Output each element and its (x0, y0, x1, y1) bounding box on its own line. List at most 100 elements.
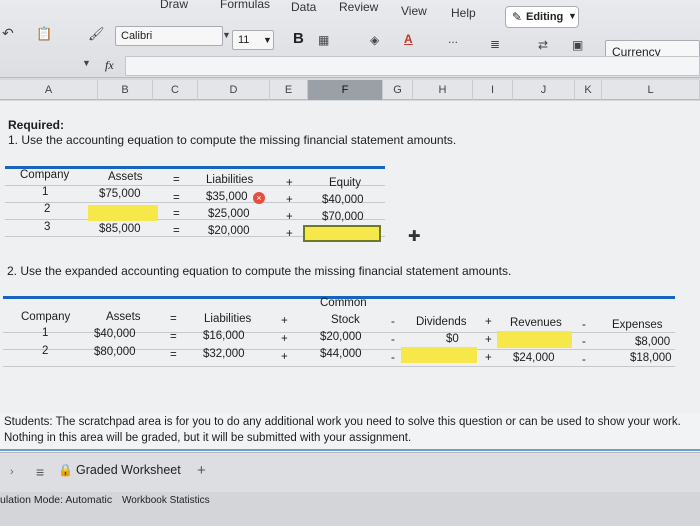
column-header-f[interactable]: F (308, 80, 383, 100)
t2-r2-plus2: + (485, 352, 492, 364)
menu-formulas[interactable]: Formulas (220, 0, 270, 11)
t2-r2-minus: - (391, 352, 395, 364)
fill-color-icon[interactable]: ◈ (370, 33, 379, 47)
column-header-c[interactable]: C (153, 80, 198, 100)
t2-r1-plus: + (281, 333, 288, 345)
t2-r2-plus: + (281, 351, 288, 363)
menu-draw[interactable]: Draw (160, 0, 188, 11)
t2-r2-expenses[interactable]: $18,000 (630, 352, 672, 364)
scratchpad-note-2: Nothing in this area will be graded, but… (4, 432, 412, 444)
t2-header-minus2: - (582, 319, 586, 331)
more-options-button[interactable]: ... (448, 32, 458, 46)
t1-r3-equity-input[interactable] (303, 225, 381, 242)
t2-r2-revenues[interactable]: $24,000 (513, 352, 555, 364)
column-header-g[interactable]: G (383, 80, 413, 100)
error-icon[interactable]: × (253, 192, 265, 204)
t1-r3-assets[interactable]: $85,000 (99, 223, 141, 235)
t2-r1-minus: - (391, 334, 395, 346)
add-sheet-button[interactable]: + (197, 462, 206, 479)
t2-r1-company: 1 (42, 327, 49, 339)
font-color-icon[interactable]: A (404, 32, 413, 46)
t2-r1-expenses[interactable]: $8,000 (635, 336, 670, 348)
t2-r2-liabilities[interactable]: $32,000 (203, 348, 245, 360)
t2-r1-revenues-input[interactable] (497, 331, 572, 348)
column-header-e[interactable]: E (270, 80, 308, 100)
ribbon: Draw Formulas Data Review View Help ✎ Ed… (0, 0, 700, 78)
scroll-left-icon[interactable]: › (10, 466, 14, 478)
scratchpad-note-1: Students: The scratchpad area is for you… (4, 416, 681, 428)
column-header-i[interactable]: I (473, 80, 513, 100)
column-header-b[interactable]: B (98, 80, 153, 100)
t2-r1-liabilities[interactable]: $16,000 (203, 330, 245, 342)
chevron-down-icon[interactable]: ▼ (82, 58, 91, 68)
t1-r1-equals: = (173, 192, 180, 204)
chevron-down-icon[interactable]: ▼ (222, 30, 231, 40)
t1-header-equity: Equity (329, 177, 361, 189)
menu-view[interactable]: View (401, 4, 427, 18)
t1-r2-company: 2 (44, 203, 51, 215)
borders-icon[interactable]: ▦ (318, 33, 329, 47)
tab-graded-worksheet[interactable]: 🔒 Graded Worksheet (58, 463, 181, 477)
workbook-statistics[interactable]: Workbook Statistics (122, 495, 210, 506)
format-painter-icon[interactable]: 🖌 (88, 26, 105, 42)
t2-r2-company: 2 (42, 345, 49, 357)
t2-header-dividends: Dividends (416, 316, 467, 328)
editing-label: Editing (526, 11, 564, 23)
t2-header-expenses: Expenses (612, 319, 663, 331)
undo-icon[interactable]: ↶ (2, 25, 14, 42)
t2-r2-dividends-input[interactable] (401, 347, 477, 363)
t1-header-company: Company (20, 169, 70, 181)
menu-review[interactable]: Review (339, 0, 378, 14)
font-size-value: 11 (238, 34, 250, 46)
t2-r1-assets[interactable]: $40,000 (94, 328, 136, 340)
t1-r1-company: 1 (42, 186, 49, 198)
t1-r2-assets-input[interactable] (88, 205, 158, 221)
t2-r1-plus2: + (485, 334, 492, 346)
t2-r2-common-stock[interactable]: $44,000 (320, 348, 362, 360)
clipboard-icon[interactable]: 📋 (36, 26, 52, 42)
formula-icon: fx (105, 58, 114, 72)
t1-header-assets: Assets (108, 171, 143, 183)
wrap-text-icon[interactable]: ⇄ (538, 38, 548, 52)
all-sheets-icon[interactable]: ≡ (36, 464, 44, 480)
menu-help[interactable]: Help (451, 6, 476, 20)
t1-header-plus: + (286, 177, 293, 189)
scratchpad-border (0, 449, 700, 451)
t1-header-liabilities: Liabilities (206, 174, 254, 186)
t1-header-equals: = (173, 174, 180, 186)
t1-r2-equity[interactable]: $70,000 (322, 211, 364, 223)
t1-r1-equity[interactable]: $40,000 (322, 194, 364, 206)
t2-header-assets: Assets (106, 311, 141, 323)
column-header-d[interactable]: D (198, 80, 270, 100)
t1-r2-liabilities[interactable]: $25,000 (208, 208, 250, 220)
merge-icon[interactable]: ▣ (572, 38, 583, 52)
question-2-text: 2. Use the expanded accounting equation … (7, 264, 512, 278)
lock-icon: 🔒 (58, 463, 73, 477)
t1-r1-assets[interactable]: $75,000 (99, 188, 141, 200)
t2-header-common: Common (320, 297, 367, 309)
column-header-h[interactable]: H (413, 80, 473, 100)
t1-r1-liabilities[interactable]: $35,000 (206, 191, 248, 203)
font-name-select[interactable]: Calibri (115, 26, 223, 46)
t2-r1-dividends[interactable]: $0 (446, 333, 459, 345)
t2-r1-common-stock[interactable]: $20,000 (320, 331, 362, 343)
column-header-k[interactable]: K (575, 80, 602, 100)
sheet-tab-bar: › ≡ 🔒 Graded Worksheet + (0, 452, 700, 492)
column-header-j[interactable]: J (513, 80, 575, 100)
t2-r2-assets[interactable]: $80,000 (94, 346, 136, 358)
formula-bar-input[interactable] (125, 56, 700, 76)
align-icon[interactable]: ≣ (490, 37, 500, 51)
menu-data[interactable]: Data (291, 0, 316, 14)
column-header-l[interactable]: L (602, 80, 700, 100)
calculation-mode[interactable]: ulation Mode: Automatic (0, 494, 112, 506)
t2-header-equals: = (170, 313, 177, 325)
bold-button[interactable]: B (293, 30, 304, 47)
sheet-grid[interactable]: Required: 1. Use the accounting equation… (0, 101, 700, 452)
editing-mode-button[interactable]: ✎ Editing ▼ (505, 6, 579, 28)
t2-header-stock: Stock (331, 314, 360, 326)
required-label: Required: (8, 118, 65, 132)
t1-r3-liabilities[interactable]: $20,000 (208, 225, 250, 237)
tab-label: Graded Worksheet (76, 463, 181, 477)
column-header-a[interactable]: A (0, 80, 98, 100)
font-size-select[interactable]: 11 ▼ (232, 30, 274, 50)
